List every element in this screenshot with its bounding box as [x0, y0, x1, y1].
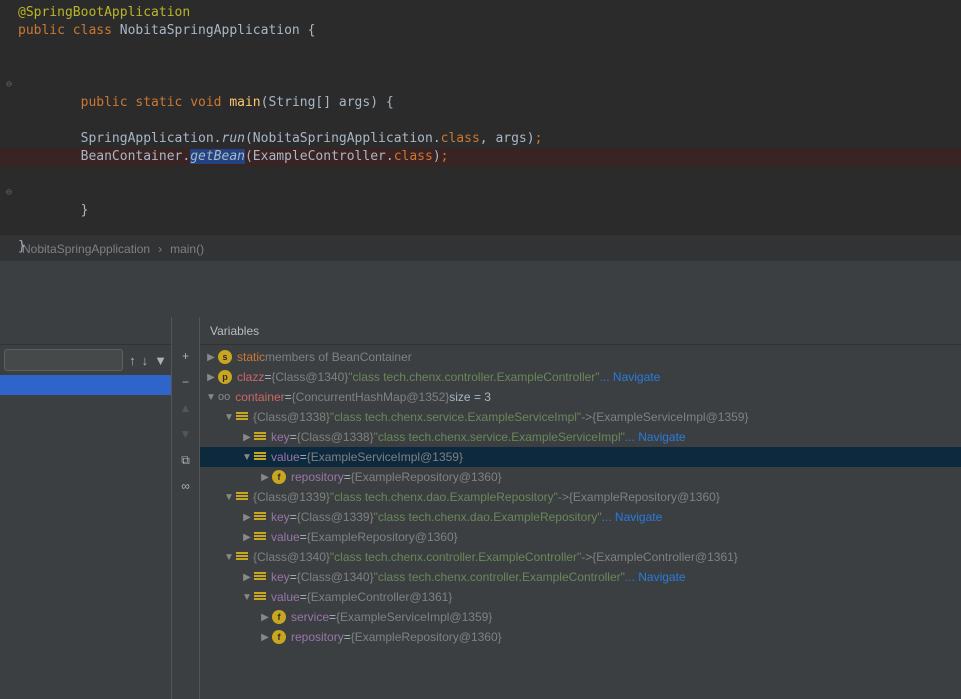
navigate-link[interactable]: ... Navigate [625, 570, 686, 584]
navigate-link[interactable]: ... Navigate [602, 510, 663, 524]
frames-pane: ↑ ↓ ▼ [0, 317, 172, 699]
param-icon: p [218, 370, 232, 384]
entry-icon [236, 412, 248, 422]
tree-node-static[interactable]: ▶ s static members of BeanContainer [200, 347, 961, 367]
prev-frame-icon[interactable]: ↑ [129, 353, 136, 368]
entry-icon [254, 592, 266, 602]
tree-node-value[interactable]: ▼ value = {ExampleServiceImpl@1359} [200, 447, 961, 467]
fold-icon[interactable]: ⊖ [6, 76, 12, 94]
entry-icon [236, 552, 248, 562]
watch-icon: οο [218, 391, 230, 403]
filter-icon[interactable]: ▼ [154, 353, 167, 368]
remove-watch-icon[interactable]: − [175, 371, 197, 393]
entry-icon [254, 512, 266, 522]
up-icon[interactable]: ▲ [175, 397, 197, 419]
tree-node-container[interactable]: ▼ οο container = {ConcurrentHashMap@1352… [200, 387, 961, 407]
variables-pane: + − ▲ ▼ ⧉ ∞ Variables ▶ s static members… [172, 317, 961, 699]
tree-node-entry[interactable]: ▼ {Class@1338} "class tech.chenx.service… [200, 407, 961, 427]
tree-node-field[interactable]: ▶ f repository = {ExampleRepository@1360… [200, 627, 961, 647]
add-watch-icon[interactable]: + [175, 345, 197, 367]
tree-node-key[interactable]: ▶ key = {Class@1339} "class tech.chenx.d… [200, 507, 961, 527]
annotation: @SpringBootApplication [18, 5, 190, 20]
tree-node-value[interactable]: ▼ value = {ExampleController@1361} [200, 587, 961, 607]
stack-frame[interactable] [0, 375, 171, 395]
next-frame-icon[interactable]: ↓ [142, 353, 149, 368]
tree-node-key[interactable]: ▶ key = {Class@1338} "class tech.chenx.s… [200, 427, 961, 447]
tree-node-entry[interactable]: ▼ {Class@1339} "class tech.chenx.dao.Exa… [200, 487, 961, 507]
tree-node-field[interactable]: ▶ f service = {ExampleServiceImpl@1359} [200, 607, 961, 627]
entry-icon [254, 532, 266, 542]
entry-icon [254, 432, 266, 442]
field-icon: f [272, 610, 286, 624]
static-icon: s [218, 350, 232, 364]
entry-icon [254, 572, 266, 582]
copy-icon[interactable]: ⧉ [175, 449, 197, 471]
tree-node-key[interactable]: ▶ key = {Class@1340} "class tech.chenx.c… [200, 567, 961, 587]
fold-icon[interactable]: ⊖ [6, 184, 12, 202]
tree-node-clazz[interactable]: ▶ p clazz = {Class@1340} "class tech.che… [200, 367, 961, 387]
glasses-icon[interactable]: ∞ [175, 475, 197, 497]
tree-node-entry[interactable]: ▼ {Class@1340} "class tech.chenx.control… [200, 547, 961, 567]
debug-gap [0, 261, 961, 317]
down-icon[interactable]: ▼ [175, 423, 197, 445]
variables-tree[interactable]: ▶ s static members of BeanContainer ▶ p … [200, 345, 961, 647]
execution-line: BeanContainer.getBean(ExampleController.… [0, 148, 961, 166]
thread-selector[interactable] [4, 349, 123, 371]
field-icon: f [272, 630, 286, 644]
code-editor[interactable]: @SpringBootApplication public class Nobi… [0, 0, 961, 235]
field-icon: f [272, 470, 286, 484]
frames-list[interactable] [0, 375, 171, 699]
tree-node-field[interactable]: ▶ f repository = {ExampleRepository@1360… [200, 467, 961, 487]
navigate-link[interactable]: ... Navigate [600, 370, 661, 384]
variables-header: Variables [200, 317, 961, 345]
entry-icon [254, 452, 266, 462]
entry-icon [236, 492, 248, 502]
tree-node-value[interactable]: ▶ value = {ExampleRepository@1360} [200, 527, 961, 547]
navigate-link[interactable]: ... Navigate [625, 430, 686, 444]
debug-panel: ↑ ↓ ▼ + − ▲ ▼ ⧉ ∞ Variables ▶ s static m… [0, 317, 961, 699]
